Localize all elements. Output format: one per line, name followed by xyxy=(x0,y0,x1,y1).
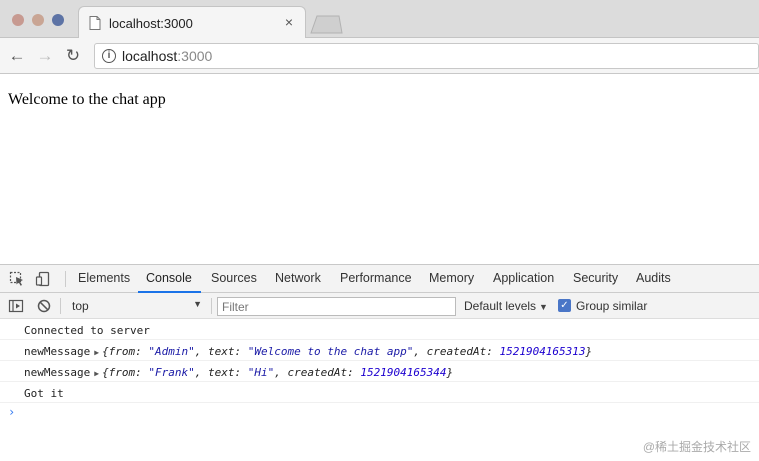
address-bar[interactable]: i localhost:3000 xyxy=(94,43,759,69)
log-entry[interactable]: newMessage ▶ {from: "Frank", text: "Hi", c… xyxy=(0,362,759,382)
levels-dropdown[interactable]: Default levels ▼ xyxy=(464,299,548,313)
devtools-panel: Elements Console Sources Network Perform… xyxy=(0,264,759,461)
tab-close-button[interactable]: × xyxy=(281,14,297,30)
url-port: :3000 xyxy=(177,48,213,64)
log-entry[interactable]: newMessage ▶ {from: "Admin", text: "Welcom… xyxy=(0,341,759,361)
clear-console-icon[interactable] xyxy=(36,298,52,314)
tab-audits[interactable]: Audits xyxy=(636,271,671,285)
log-entry: Connected to server xyxy=(0,320,759,340)
expand-triangle-icon[interactable]: ▶ xyxy=(94,369,99,378)
tab-elements[interactable]: Elements xyxy=(78,271,130,285)
new-tab-button[interactable] xyxy=(309,14,343,34)
tab-network[interactable]: Network xyxy=(275,271,321,285)
group-similar-label: Group similar xyxy=(576,299,648,313)
context-value: top xyxy=(72,299,89,313)
tab-application[interactable]: Application xyxy=(493,271,554,285)
devtools-tab-bar: Elements Console Sources Network Perform… xyxy=(0,265,759,293)
checkbox-checked-icon[interactable]: ✓ xyxy=(558,299,571,312)
tab-memory[interactable]: Memory xyxy=(429,271,474,285)
browser-tab-strip: localhost:3000 × xyxy=(0,0,759,39)
watermark: @稀土掘金技术社区 xyxy=(642,440,751,454)
tab-sources[interactable]: Sources xyxy=(211,271,257,285)
dropdown-arrow-icon: ▼ xyxy=(539,302,548,312)
url-text[interactable]: localhost:3000 xyxy=(122,48,212,64)
context-select[interactable]: top ▼ xyxy=(66,297,206,315)
expand-triangle-icon[interactable]: ▶ xyxy=(94,348,99,357)
log-object[interactable]: {from: "Admin", text: "Welcome to the ch… xyxy=(102,345,592,358)
dropdown-arrow-icon: ▼ xyxy=(193,299,202,309)
levels-label: Default levels xyxy=(464,299,537,313)
browser-toolbar: ← → ↻ i localhost:3000 xyxy=(0,38,759,74)
window-maximize-button[interactable] xyxy=(52,14,64,26)
back-button[interactable]: ← xyxy=(6,45,28,67)
url-host: localhost xyxy=(122,48,178,64)
page-heading: Welcome to the chat app xyxy=(8,91,166,108)
inspect-icon[interactable] xyxy=(9,271,25,287)
log-object[interactable]: {from: "Frank", text: "Hi", createdAt: 1… xyxy=(102,366,453,379)
log-text: newMessage ▶ {from: "Admin", text: "Welcom… xyxy=(24,345,592,358)
console-prompt[interactable]: › xyxy=(8,405,15,419)
favicon-icon xyxy=(89,16,101,30)
device-icon[interactable] xyxy=(35,271,51,287)
window-close-button[interactable] xyxy=(12,14,24,26)
log-label: newMessage xyxy=(24,345,91,358)
browser-tab[interactable]: localhost:3000 × xyxy=(78,6,306,39)
toolbar-separator xyxy=(211,298,212,314)
log-text: Connected to server xyxy=(24,324,150,337)
info-icon[interactable]: i xyxy=(102,49,116,63)
toolbar-separator xyxy=(60,298,61,314)
tab-console[interactable]: Console xyxy=(146,271,192,285)
filter-input[interactable] xyxy=(217,297,456,316)
window-minimize-button[interactable] xyxy=(32,14,44,26)
log-entry: Got it xyxy=(0,383,759,403)
log-text: Got it xyxy=(24,387,64,400)
page-viewport: Welcome to the chat app xyxy=(0,75,759,264)
log-text: newMessage ▶ {from: "Frank", text: "Hi", c… xyxy=(24,366,453,379)
tab-title: localhost:3000 xyxy=(109,16,193,31)
sidebar-toggle-icon[interactable] xyxy=(8,298,24,314)
forward-button[interactable]: → xyxy=(34,45,56,67)
tab-performance[interactable]: Performance xyxy=(340,271,412,285)
tab-bar-separator xyxy=(65,271,66,287)
log-label: newMessage xyxy=(24,366,91,379)
tab-security[interactable]: Security xyxy=(573,271,618,285)
reload-button[interactable]: ↻ xyxy=(62,45,84,67)
console-toolbar: top ▼ Default levels▼ ✓ Group similar xyxy=(0,293,759,319)
